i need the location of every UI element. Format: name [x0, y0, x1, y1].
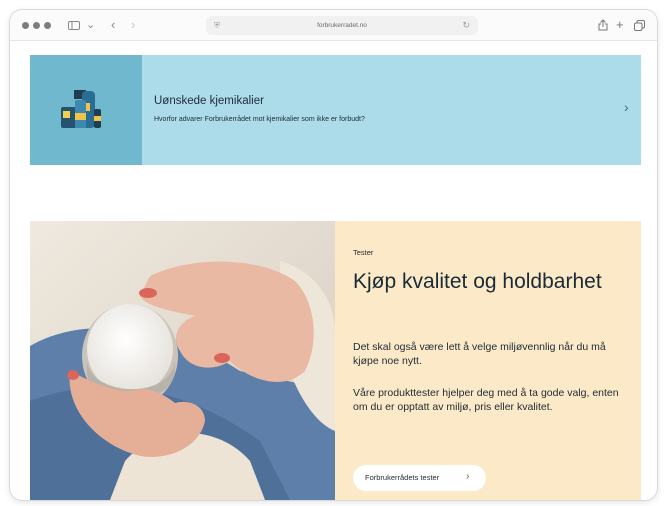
- new-tab-icon[interactable]: +: [616, 17, 624, 33]
- tests-promo-panel: Tester Kjøp kvalitet og holdbarhet Det s…: [335, 221, 641, 500]
- minimize-window-dot-icon[interactable]: [33, 22, 40, 29]
- zoom-window-dot-icon[interactable]: [44, 22, 51, 29]
- reload-icon[interactable]: ↻: [462, 19, 470, 32]
- banner-subtitle: Hvorfor advarer Forbrukerrådet mot kjemi…: [154, 116, 365, 123]
- browser-window: ⌄ ‹ › ⛨ forbrukerradet.no ↻ + Uønskede k…: [10, 10, 657, 500]
- sidebar-icon[interactable]: [68, 17, 80, 33]
- chemicals-illustration: [30, 55, 142, 165]
- chevron-down-icon[interactable]: ⌄: [86, 17, 95, 33]
- hero-photo-hands-cream-jar: [30, 221, 335, 500]
- chevron-right-icon: ›: [466, 471, 470, 482]
- chemicals-banner-link[interactable]: Uønskede kjemikalier Hvorfor advarer For…: [30, 55, 641, 165]
- forward-icon[interactable]: ›: [131, 17, 135, 33]
- back-icon[interactable]: ‹: [111, 17, 115, 33]
- tests-cta-button[interactable]: Forbrukerrådets tester ›: [353, 465, 486, 491]
- hero-paragraph-1: Det skal også være lett å velge miljøven…: [353, 341, 606, 367]
- share-icon[interactable]: [598, 17, 608, 33]
- close-window-dot-icon[interactable]: [22, 22, 29, 29]
- hero-paragraph-2: Våre produkttester hjelper deg med å ta …: [353, 387, 619, 413]
- cta-label: Forbrukerrådets tester: [365, 473, 440, 482]
- chevron-right-icon[interactable]: ›: [624, 99, 629, 115]
- tabs-overview-icon[interactable]: [634, 17, 645, 33]
- url-text: forbrukerradet.no: [317, 22, 367, 29]
- hero-heading: Kjøp kvalitet og holdbarhet: [353, 270, 602, 293]
- banner-title: Uønskede kjemikalier: [154, 95, 264, 107]
- address-bar[interactable]: ⛨ forbrukerradet.no ↻: [206, 16, 478, 35]
- eyebrow-label: Tester: [353, 248, 374, 257]
- browser-toolbar: ⌄ ‹ › ⛨ forbrukerradet.no ↻ +: [10, 10, 657, 41]
